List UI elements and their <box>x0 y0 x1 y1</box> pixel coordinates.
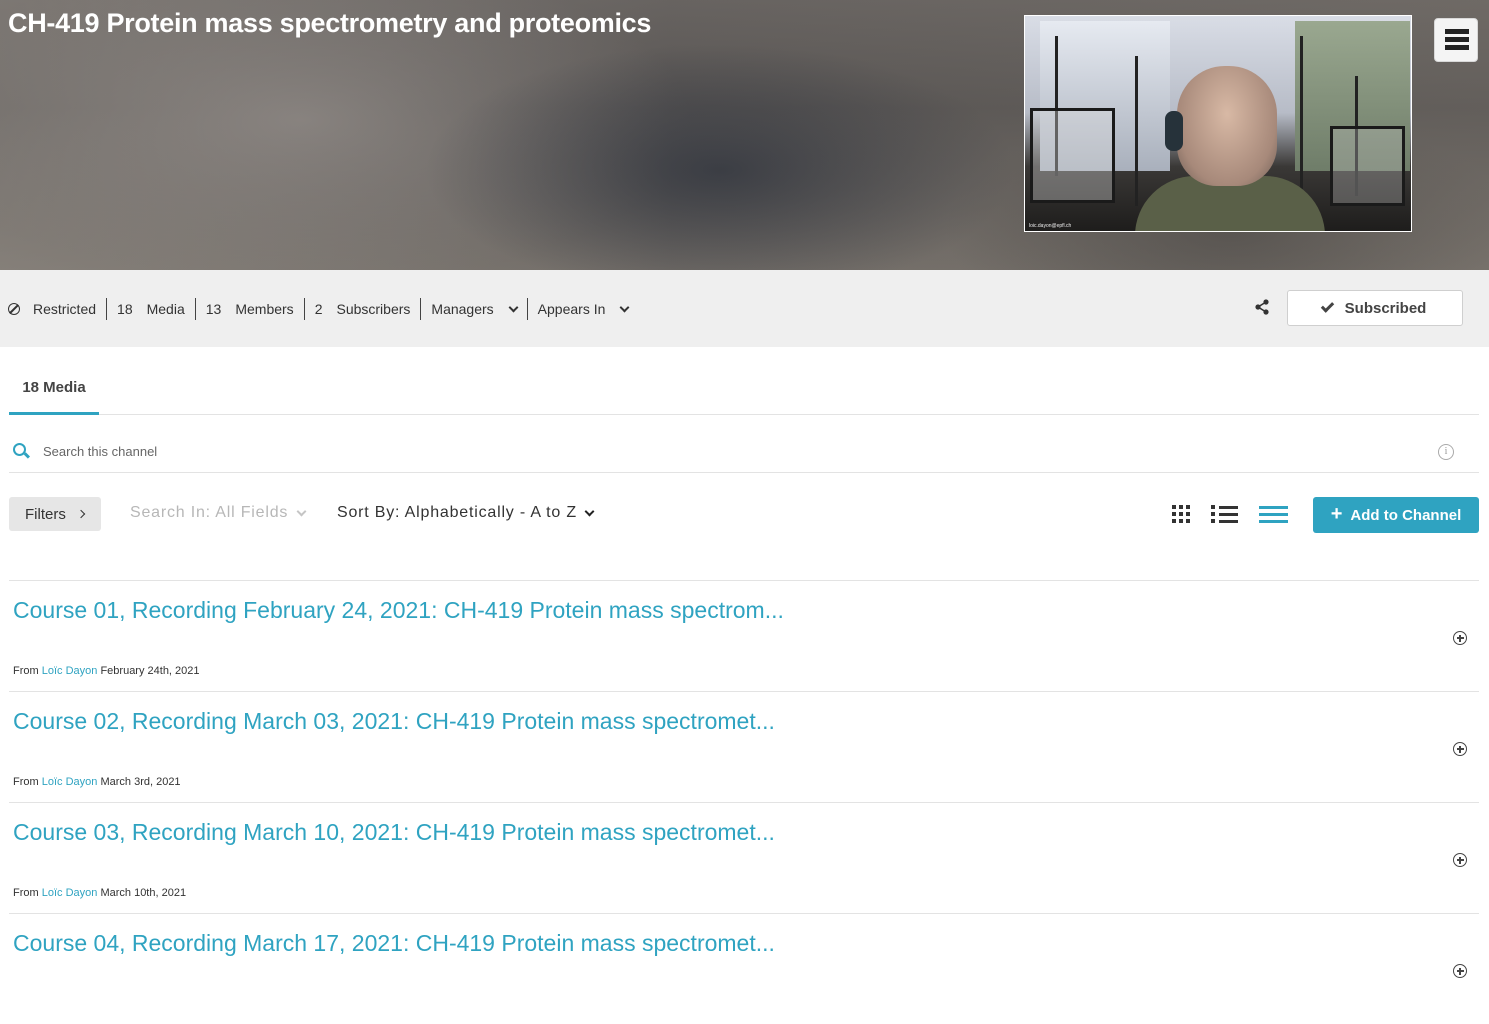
thumbnail-lab-stand <box>1300 36 1303 206</box>
subscribers-count[interactable]: 2 Subscribers <box>305 298 422 320</box>
restricted-icon <box>8 303 20 315</box>
info-icon[interactable]: i <box>1438 444 1454 460</box>
media-date: March 10th, 2021 <box>100 887 187 899</box>
channel-thumbnail[interactable]: loic.dayon@epfl.ch <box>1024 15 1412 232</box>
chevron-down-icon <box>584 506 595 516</box>
search-in-label: Search In: All Fields <box>130 504 289 521</box>
plus-icon: + <box>1330 502 1343 525</box>
channel-title: CH-419 Protein mass spectrometry and pro… <box>8 8 652 38</box>
thumbnail-caption: loic.dayon@epfl.ch <box>1029 223 1072 229</box>
add-circle-icon[interactable] <box>1453 964 1467 978</box>
media-author-link[interactable]: Loïc Dayon <box>42 776 98 788</box>
grid-view-icon[interactable] <box>1172 505 1190 523</box>
media-title-link[interactable]: Course 04, Recording March 17, 2021: CH-… <box>13 930 775 957</box>
list-item: Course 02, Recording March 03, 2021: CH-… <box>9 691 1479 802</box>
add-to-channel-label: Add to Channel <box>1350 506 1462 524</box>
layout-icon-bar <box>1445 45 1469 50</box>
check-icon <box>1320 299 1334 313</box>
add-to-channel-button[interactable]: + Add to Channel <box>1313 497 1479 533</box>
managers-label: Managers <box>431 301 494 317</box>
filters-label: Filters <box>25 505 66 523</box>
add-circle-icon[interactable] <box>1453 631 1467 645</box>
restricted-status: Restricted <box>8 298 108 320</box>
appears-in-dropdown[interactable]: Appears In <box>528 298 639 320</box>
compact-list-view-icon[interactable] <box>1259 504 1288 524</box>
media-count-value: 18 <box>117 301 133 317</box>
search-in-dropdown[interactable]: Search In: All Fields <box>130 504 307 522</box>
media-count-label: Media <box>146 301 185 317</box>
members-count[interactable]: 13 Members <box>196 298 305 320</box>
media-title-link[interactable]: Course 02, Recording March 03, 2021: CH-… <box>13 708 775 735</box>
chevron-down-icon <box>619 302 630 312</box>
media-from-label: From <box>13 776 39 788</box>
channel-banner: CH-419 Protein mass spectrometry and pro… <box>0 0 1489 270</box>
subscribed-button[interactable]: Subscribed <box>1287 290 1463 326</box>
media-title-link[interactable]: Course 03, Recording March 10, 2021: CH-… <box>13 819 775 846</box>
channel-tabs: 18 Media <box>9 365 1479 415</box>
subscribers-count-value: 2 <box>314 301 323 317</box>
add-circle-icon[interactable] <box>1453 853 1467 867</box>
thumbnail-lab-cabinet <box>1330 126 1405 206</box>
members-count-label: Members <box>235 301 294 317</box>
subscribed-label: Subscribed <box>1344 299 1427 317</box>
share-icon[interactable] <box>1254 299 1270 315</box>
media-count: 18 Media <box>107 298 196 320</box>
list-item: Course 04, Recording March 17, 2021: CH-… <box>9 913 1479 1024</box>
search-input[interactable] <box>43 439 1423 463</box>
layout-icon-bar <box>1445 37 1469 42</box>
media-list: Course 01, Recording February 24, 2021: … <box>9 580 1479 1024</box>
add-circle-icon[interactable] <box>1453 742 1467 756</box>
chevron-down-icon <box>296 506 307 516</box>
subscribers-count-label: Subscribers <box>336 301 411 317</box>
media-from-label: From <box>13 887 39 899</box>
media-meta: From Loïc Dayon March 3rd, 2021 <box>13 776 181 788</box>
media-date: February 24th, 2021 <box>100 665 200 677</box>
channel-stats: Restricted 18 Media 13 Members 2 Subscri… <box>8 298 638 320</box>
thumbnail-lab-cabinet <box>1030 108 1115 203</box>
sort-by-dropdown[interactable]: Sort By: Alphabetically - A to Z <box>337 504 595 522</box>
list-item: Course 01, Recording February 24, 2021: … <box>9 580 1479 691</box>
media-author-link[interactable]: Loïc Dayon <box>42 887 98 899</box>
tab-media[interactable]: 18 Media <box>9 365 99 415</box>
media-from-label: From <box>13 665 39 677</box>
filters-button[interactable]: Filters <box>9 497 101 531</box>
channel-search: i <box>9 430 1479 473</box>
media-title-link[interactable]: Course 01, Recording February 24, 2021: … <box>13 597 784 624</box>
media-meta: From Loïc Dayon March 10th, 2021 <box>13 887 186 899</box>
media-meta: From Loïc Dayon February 24th, 2021 <box>13 665 200 677</box>
appears-in-label: Appears In <box>537 301 606 317</box>
restricted-label: Restricted <box>33 301 97 317</box>
members-count-value: 13 <box>205 301 222 317</box>
layout-icon-bar <box>1445 29 1469 34</box>
thumbnail-headset <box>1165 111 1183 151</box>
detailed-list-view-icon[interactable] <box>1211 504 1239 524</box>
media-author-link[interactable]: Loïc Dayon <box>42 665 98 677</box>
chevron-down-icon <box>508 302 519 312</box>
thumbnail-person-head <box>1177 66 1277 186</box>
layout-toggle-button[interactable] <box>1434 18 1478 62</box>
chevron-right-icon <box>76 509 86 519</box>
search-icon <box>13 443 26 456</box>
managers-dropdown[interactable]: Managers <box>421 298 528 320</box>
thumbnail-lab-stand <box>1135 56 1138 206</box>
media-date: March 3rd, 2021 <box>100 776 181 788</box>
list-item: Course 03, Recording March 10, 2021: CH-… <box>9 802 1479 913</box>
sort-by-label: Sort By: Alphabetically - A to Z <box>337 504 577 521</box>
